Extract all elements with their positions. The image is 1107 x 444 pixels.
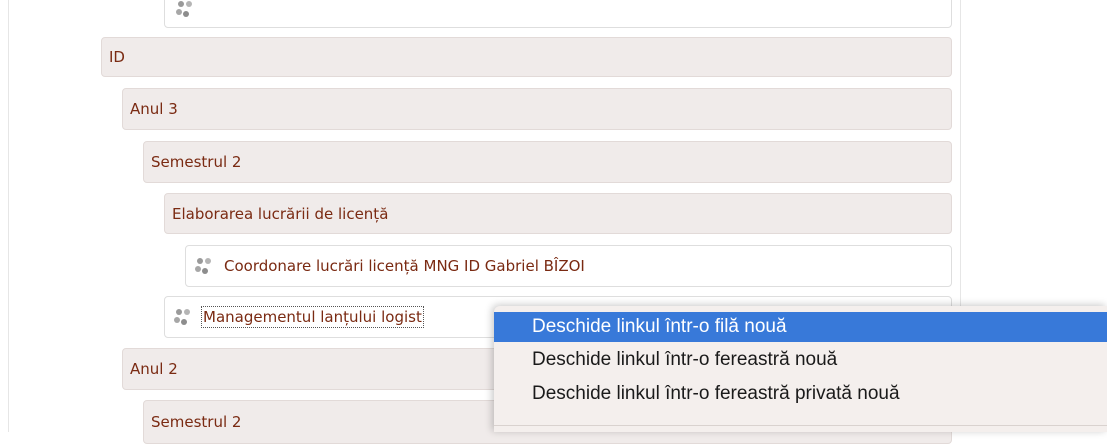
category-id[interactable]: ID: [101, 37, 952, 77]
category-label[interactable]: Semestrul 2: [151, 413, 241, 431]
category-thesis[interactable]: Elaborarea lucrării de licență: [164, 193, 952, 234]
course-row-partial[interactable]: [164, 0, 952, 28]
menu-item-open-private-window[interactable]: Deschide linkul într-o fereastră privată…: [494, 379, 1107, 409]
category-label[interactable]: Semestrul 2: [151, 153, 241, 171]
category-label[interactable]: Anul 3: [130, 100, 178, 118]
course-link[interactable]: Managementul lanțului logist: [201, 306, 424, 328]
course-link[interactable]: Coordonare lucrări licență MNG ID Gabrie…: [224, 257, 585, 275]
course-icon: [174, 309, 190, 325]
menu-item-open-new-window[interactable]: Deschide linkul într-o fereastră nouă: [494, 345, 1107, 375]
category-semester-2[interactable]: Semestrul 2: [143, 141, 952, 183]
menu-item-open-new-tab[interactable]: Deschide linkul într-o filă nouă: [494, 312, 1107, 342]
menu-separator: [494, 425, 1107, 426]
page-border-left: [8, 0, 9, 432]
category-label[interactable]: ID: [109, 48, 125, 66]
category-label[interactable]: Anul 2: [130, 360, 178, 378]
category-label[interactable]: Elaborarea lucrării de licență: [172, 205, 388, 223]
course-icon: [195, 258, 211, 274]
context-menu: Deschide linkul într-o filă nouă Deschid…: [494, 306, 1107, 432]
course-category-page: ID Anul 3 Semestrul 2 Elaborarea lucrări…: [0, 0, 1107, 444]
category-year-3[interactable]: Anul 3: [122, 88, 952, 130]
course-row-coordination[interactable]: Coordonare lucrări licență MNG ID Gabrie…: [185, 245, 952, 287]
course-icon: [176, 1, 192, 17]
